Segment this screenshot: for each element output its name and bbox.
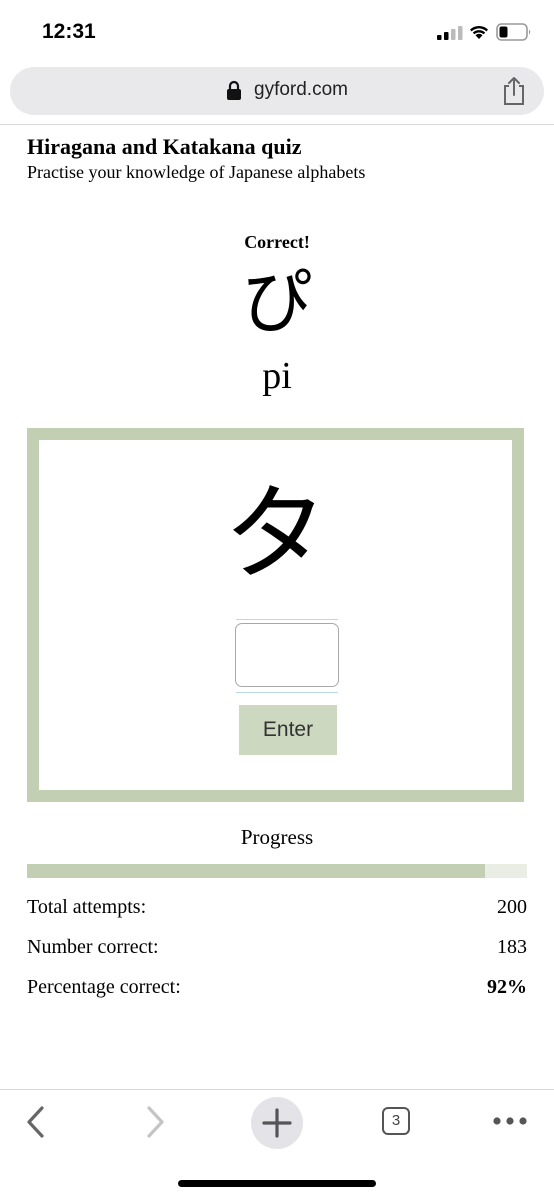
quiz-character: タ bbox=[223, 473, 328, 595]
more-icon[interactable] bbox=[492, 1114, 528, 1128]
header-divider bbox=[0, 124, 554, 125]
quiz-card: タ Enter bbox=[27, 428, 524, 802]
feedback-romaji: pi bbox=[262, 355, 292, 397]
forward-icon[interactable] bbox=[143, 1104, 167, 1140]
stat-row-total-attempts: Total attempts: 200 bbox=[27, 896, 527, 926]
stat-value: 183 bbox=[497, 936, 527, 958]
back-icon[interactable] bbox=[24, 1104, 48, 1140]
status-bar: 12:31 bbox=[0, 0, 554, 62]
stat-label: Percentage correct: bbox=[27, 976, 181, 998]
stat-row-number-correct: Number correct: 183 bbox=[27, 936, 527, 966]
stat-value: 92% bbox=[487, 976, 527, 998]
lock-icon bbox=[227, 80, 241, 100]
feedback-character: ぴ bbox=[242, 261, 312, 343]
cellular-signal-icon bbox=[437, 26, 463, 40]
input-focus-line-top bbox=[236, 619, 338, 620]
wifi-icon bbox=[470, 25, 488, 39]
page-title: Hiragana and Katakana quiz bbox=[27, 134, 302, 159]
new-tab-button[interactable] bbox=[251, 1097, 303, 1149]
plus-icon bbox=[262, 1108, 292, 1138]
enter-button[interactable]: Enter bbox=[239, 705, 337, 755]
home-indicator bbox=[178, 1180, 376, 1187]
status-time: 12:31 bbox=[42, 20, 96, 43]
url-text[interactable]: gyford.com bbox=[254, 79, 348, 101]
battery-icon bbox=[496, 23, 531, 41]
stat-label: Number correct: bbox=[27, 936, 159, 958]
tabs-icon[interactable]: 3 bbox=[382, 1107, 410, 1135]
toolbar-divider bbox=[0, 1089, 554, 1090]
progress-bar-fill bbox=[27, 864, 485, 878]
stat-value: 200 bbox=[497, 896, 527, 918]
share-icon[interactable] bbox=[501, 76, 527, 106]
answer-input[interactable] bbox=[235, 623, 339, 687]
progress-bar bbox=[27, 864, 527, 878]
page-subtitle: Practise your knowledge of Japanese alph… bbox=[27, 162, 366, 182]
address-bar[interactable]: gyford.com bbox=[10, 67, 544, 115]
progress-heading: Progress bbox=[240, 825, 314, 849]
stat-row-percentage-correct: Percentage correct: 92% bbox=[27, 976, 527, 1006]
stat-label: Total attempts: bbox=[27, 896, 147, 918]
feedback-status: Correct! bbox=[244, 232, 310, 252]
input-focus-line-bottom bbox=[236, 692, 338, 693]
